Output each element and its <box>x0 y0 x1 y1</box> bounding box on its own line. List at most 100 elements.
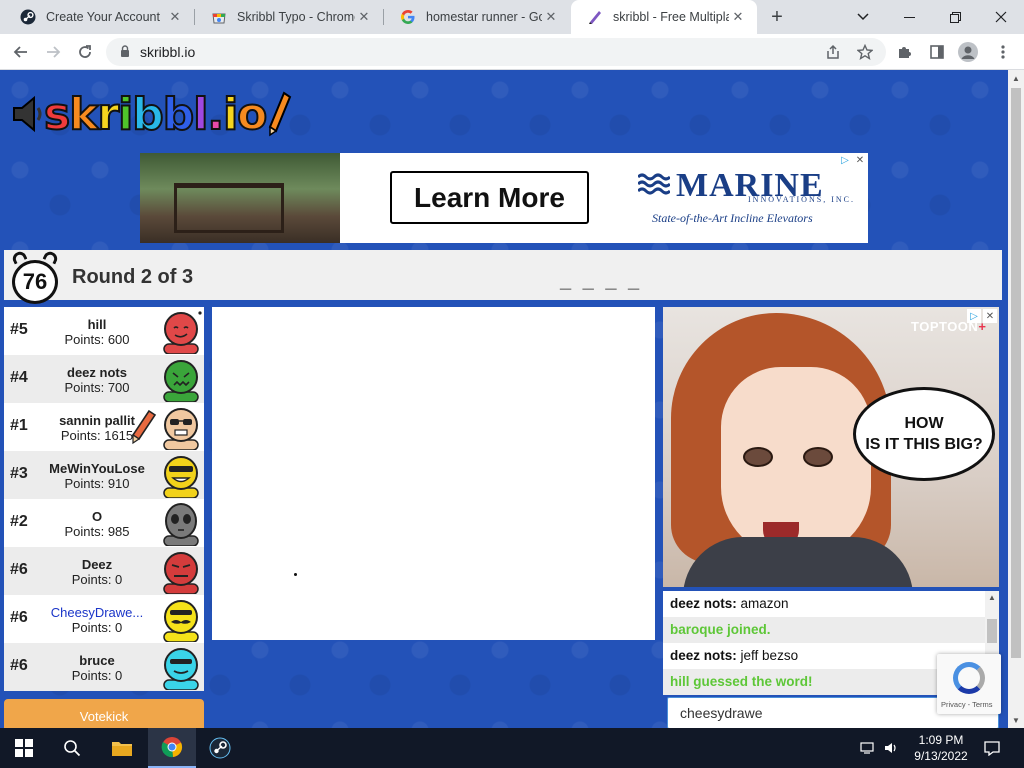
player-row[interactable]: #2 O Points: 985 <box>4 499 204 547</box>
adchoices-icon[interactable]: ▷ <box>838 153 852 167</box>
ad-speech-bubble: HOW IS IT THIS BIG? <box>853 387 995 481</box>
player-avatar <box>163 648 199 690</box>
votekick-button[interactable]: Votekick <box>4 699 204 728</box>
tab-create-account[interactable]: Create Your Account ✕ <box>4 0 194 34</box>
recaptcha-badge[interactable]: Privacy - Terms <box>937 654 1001 714</box>
tab-title: Skribbl Typo - Chrome <box>237 10 355 24</box>
chat-system-message: baroque joined. <box>663 617 999 643</box>
close-tab-icon[interactable]: ✕ <box>355 8 373 26</box>
share-icon[interactable] <box>820 39 846 65</box>
player-row[interactable]: #6 Deez Points: 0 <box>4 547 204 595</box>
player-name: bruce <box>79 653 115 668</box>
player-row[interactable]: #5 hill Points: 600 <box>4 307 204 355</box>
scroll-up-arrow-icon[interactable]: ▲ <box>1008 70 1024 86</box>
chat-author: deez nots: <box>670 648 737 663</box>
ad-character-eye <box>803 447 833 467</box>
url-text: skribbl.io <box>140 44 196 60</box>
close-tab-icon[interactable]: ✕ <box>542 8 560 26</box>
search-icon[interactable] <box>48 728 96 768</box>
game-header: 76 Round 2 of 3 _ _ _ _ <box>4 249 1002 304</box>
steam-taskbar-icon[interactable] <box>196 728 244 768</box>
player-rank: #4 <box>10 369 28 386</box>
address-bar[interactable]: skribbl.io <box>106 38 886 66</box>
ad-character-body <box>683 537 913 587</box>
forward-button[interactable] <box>40 39 66 65</box>
notification-icon[interactable] <box>984 728 1000 768</box>
player-avatar <box>163 552 199 594</box>
skribbl-icon <box>587 9 603 25</box>
marine-waves-icon <box>638 173 670 195</box>
ad-deck-railing <box>174 183 284 233</box>
ad-close-icon[interactable]: ✕ <box>983 309 997 323</box>
windows-start-icon[interactable] <box>0 728 48 768</box>
restore-button[interactable] <box>932 0 978 34</box>
drawing-canvas[interactable] <box>212 307 655 640</box>
player-row[interactable]: #6 bruce Points: 0 <box>4 643 204 691</box>
bookmark-star-icon[interactable] <box>852 39 878 65</box>
chat-scroll-thumb[interactable] <box>987 619 997 643</box>
chat-text: jeff bezso <box>740 648 799 663</box>
side-ad[interactable]: TOPTOON+ HOW IS IT THIS BIG? ▷ ✕ <box>663 307 999 587</box>
scroll-up-arrow-icon[interactable]: ▲ <box>985 593 999 602</box>
profile-avatar-icon[interactable] <box>958 42 978 62</box>
player-row[interactable]: #1 sannin pallit Points: 1615 <box>4 403 204 451</box>
browser-toolbar: skribbl.io <box>0 34 1024 70</box>
page-scroll-thumb[interactable] <box>1011 88 1021 658</box>
tab-google-search[interactable]: homestar runner - Goo ✕ <box>384 0 570 34</box>
chrome-taskbar-icon[interactable] <box>148 728 196 768</box>
volume-icon[interactable] <box>884 728 900 768</box>
player-points: Points: 910 <box>64 476 130 491</box>
player-rank: #6 <box>10 609 28 626</box>
player-row-self[interactable]: #6 CheesyDrawe... Points: 0 <box>4 595 204 643</box>
scroll-down-arrow-icon[interactable]: ▼ <box>1008 712 1024 728</box>
page-scrollbar[interactable]: ▲ ▼ <box>1008 70 1024 728</box>
tab-skribbl[interactable]: skribbl - Free Multiplay ✕ <box>571 0 757 34</box>
back-button[interactable] <box>8 39 34 65</box>
close-window-button[interactable] <box>978 0 1024 34</box>
close-tab-icon[interactable]: ✕ <box>729 8 747 26</box>
adchoices-icon[interactable]: ▷ <box>967 309 981 323</box>
chrome-menu-icon[interactable] <box>990 39 1016 65</box>
network-icon[interactable] <box>860 728 878 768</box>
browser-tab-strip: Create Your Account ✕ Skribbl Typo - Chr… <box>0 0 1024 34</box>
recaptcha-icon <box>953 662 985 694</box>
learn-more-button[interactable]: Learn More <box>390 171 589 224</box>
round-label: Round 2 of 3 <box>72 266 194 288</box>
player-points: Points: 0 <box>71 572 123 587</box>
ad-character-eye <box>743 447 773 467</box>
chat-text: amazon <box>740 596 789 611</box>
player-points: Points: 985 <box>64 524 130 539</box>
side-panel-icon[interactable] <box>924 39 950 65</box>
tab-title: skribbl - Free Multiplay <box>613 10 729 24</box>
new-tab-button[interactable]: + <box>764 4 790 30</box>
skribbl-page: skribbl.io Learn More MARINE INNOVATIONS… <box>0 70 1008 728</box>
reload-button[interactable] <box>72 39 98 65</box>
file-explorer-icon[interactable] <box>98 728 146 768</box>
player-name: O <box>91 509 103 524</box>
player-avatar <box>163 600 199 642</box>
player-row[interactable]: #3 MeWinYouLose Points: 910 <box>4 451 204 499</box>
tab-search-button[interactable] <box>840 0 886 34</box>
logo-pencil-icon <box>269 91 292 137</box>
windows-taskbar: 1:09 PM 9/13/2022 <box>0 728 1024 768</box>
taskbar-clock[interactable]: 1:09 PM 9/13/2022 <box>906 732 976 764</box>
taskbar-date: 9/13/2022 <box>914 749 968 763</box>
ad-tagline: State-of-the-Art Incline Elevators <box>652 211 813 225</box>
word-hint: _ _ _ _ <box>560 270 643 292</box>
player-name: CheesyDrawe... <box>50 605 144 620</box>
banner-ad[interactable]: Learn More MARINE INNOVATIONS, INC. Stat… <box>140 153 868 243</box>
tab-skribbl-typo[interactable]: Skribbl Typo - Chrome ✕ <box>195 0 383 34</box>
speaker-icon[interactable] <box>10 94 44 134</box>
close-tab-icon[interactable]: ✕ <box>166 8 184 26</box>
minimize-button[interactable] <box>886 0 932 34</box>
player-rank: #1 <box>10 417 28 434</box>
extensions-puzzle-icon[interactable] <box>892 39 918 65</box>
ad-close-icon[interactable]: ✕ <box>853 153 867 167</box>
player-rank: #2 <box>10 513 28 530</box>
player-avatar <box>163 456 199 498</box>
recaptcha-links[interactable]: Privacy - Terms <box>941 700 993 709</box>
player-points: Points: 600 <box>64 332 130 347</box>
skribbl-logo: skribbl.io <box>10 86 292 142</box>
player-avatar <box>163 360 199 402</box>
player-row[interactable]: #4 deez nots Points: 700 <box>4 355 204 403</box>
